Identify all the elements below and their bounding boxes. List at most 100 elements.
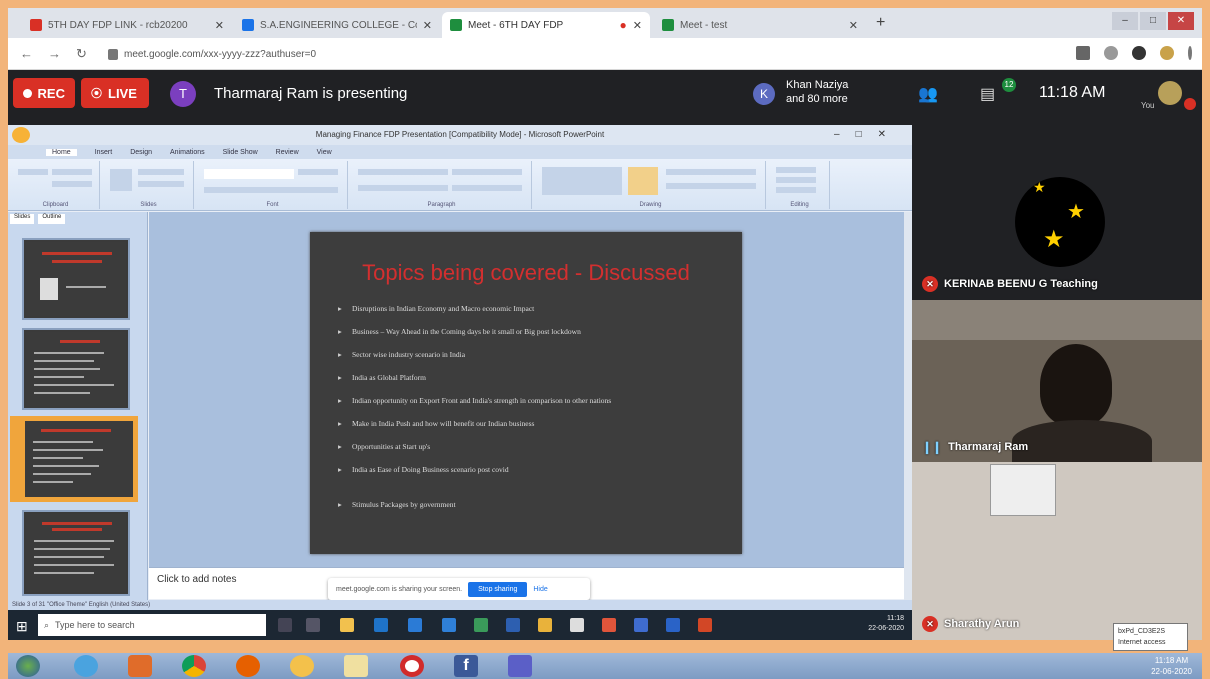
app-icon[interactable] bbox=[666, 618, 680, 632]
vertical-scrollbar[interactable] bbox=[904, 212, 912, 600]
ribbon-tab-home[interactable]: Home bbox=[46, 148, 77, 156]
app-icon[interactable] bbox=[634, 618, 648, 632]
meeting-clock: 11:18 AM bbox=[1039, 84, 1106, 101]
menu-icon[interactable] bbox=[1188, 46, 1192, 60]
browser-tab-2[interactable]: S.A.ENGINEERING COLLEGE - Co ✕ bbox=[234, 12, 440, 38]
video-object bbox=[990, 464, 1056, 516]
powerpoint-icon[interactable] bbox=[698, 618, 712, 632]
cortana-icon[interactable] bbox=[278, 618, 292, 632]
profile-avatar[interactable] bbox=[1160, 46, 1174, 60]
participant-tile-1[interactable]: ★ ★ ★ ✕ KERINAB BEENU G Teaching bbox=[912, 125, 1202, 300]
minimize-button[interactable]: – bbox=[1112, 12, 1138, 30]
search-icon: ⌕ bbox=[44, 619, 50, 630]
start-orb-icon[interactable] bbox=[16, 655, 40, 677]
media-player-icon[interactable] bbox=[128, 655, 152, 677]
chat-icon[interactable]: ▤ bbox=[980, 84, 995, 104]
group-label: Paragraph bbox=[427, 202, 456, 208]
participant-tile-2[interactable]: ❙❙ Tharmaraj Ram bbox=[912, 300, 1202, 462]
slide-thumbnail-2[interactable] bbox=[22, 328, 130, 410]
ribbon-tab-insert[interactable]: Insert bbox=[95, 149, 113, 156]
ribbon-group-editing[interactable]: Editing bbox=[770, 161, 830, 209]
participants-line1: Khan Naziya bbox=[786, 79, 849, 91]
edge-icon[interactable] bbox=[374, 618, 388, 632]
teams-icon[interactable] bbox=[508, 655, 532, 677]
ribbon-tab-view[interactable]: View bbox=[317, 149, 332, 156]
slide-thumbnail-1[interactable] bbox=[22, 238, 130, 320]
profile-picture: ★ ★ ★ bbox=[1015, 177, 1105, 267]
participant-name: ❙❙ Tharmaraj Ram bbox=[922, 440, 1028, 454]
taskbar-search-input[interactable]: ⌕ Type here to search bbox=[38, 614, 266, 636]
ribbon-group-font[interactable]: Font bbox=[198, 161, 348, 209]
ribbon-group-clipboard[interactable]: Clipboard bbox=[12, 161, 100, 209]
video-background bbox=[912, 300, 1202, 340]
folder-icon[interactable] bbox=[344, 655, 368, 677]
slide-thumbnail-4[interactable] bbox=[22, 510, 130, 596]
back-icon[interactable]: ← bbox=[20, 46, 33, 61]
ribbon-group-paragraph[interactable]: Paragraph bbox=[352, 161, 532, 209]
close-tab-icon[interactable]: ✕ bbox=[215, 19, 224, 32]
hide-button[interactable]: Hide bbox=[533, 586, 547, 593]
participants-summary[interactable]: Khan Naziya and 80 more bbox=[786, 78, 848, 106]
slide-thumbnail-3-selected[interactable] bbox=[10, 416, 138, 502]
stop-sharing-button[interactable]: Stop sharing bbox=[468, 581, 528, 597]
w7-clock[interactable]: 11:18 AM 22-06-2020 bbox=[1151, 655, 1192, 677]
reload-icon[interactable]: ↻ bbox=[76, 46, 87, 62]
windows-start-icon[interactable]: ⊞ bbox=[16, 618, 28, 635]
slide-editing-area: Topics being covered - Discussed Disrupt… bbox=[149, 212, 904, 567]
chrome-icon[interactable] bbox=[182, 655, 206, 677]
browser-tab-4[interactable]: Meet - test ✕ bbox=[654, 12, 866, 38]
close-tab-icon[interactable]: ✕ bbox=[633, 19, 642, 32]
excel-icon[interactable] bbox=[474, 618, 488, 632]
panel-tab-slides[interactable]: Slides bbox=[10, 214, 35, 224]
slide-bullet: Indian opportunity on Export Front and I… bbox=[338, 396, 728, 419]
word-icon[interactable] bbox=[506, 618, 520, 632]
panel-tab-outline[interactable]: Outline bbox=[38, 214, 66, 224]
live-button[interactable]: ⦿ LIVE bbox=[81, 78, 149, 108]
star-icon: ★ bbox=[1067, 201, 1085, 223]
participant-tile-3[interactable]: ✕ Sharathy Arun bbox=[912, 462, 1202, 640]
ribbon-tab-design[interactable]: Design bbox=[130, 149, 152, 156]
office-button-icon[interactable] bbox=[12, 127, 30, 143]
url-field[interactable]: meet.google.com/xxx-yyyy-zzz?authuser=0 bbox=[108, 44, 1028, 64]
ribbon-group-slides[interactable]: Slides bbox=[104, 161, 194, 209]
file-explorer-icon[interactable] bbox=[340, 618, 354, 632]
maximize-button[interactable]: □ bbox=[1140, 12, 1166, 30]
star-icon[interactable] bbox=[1104, 46, 1118, 60]
firefox-icon[interactable] bbox=[602, 618, 616, 632]
close-tab-icon[interactable]: ✕ bbox=[423, 19, 432, 32]
close-tab-icon[interactable]: ✕ bbox=[849, 19, 858, 32]
firefox-icon[interactable] bbox=[236, 655, 260, 677]
extension-icon[interactable] bbox=[1132, 46, 1146, 60]
ribbon-tab-animations[interactable]: Animations bbox=[170, 149, 205, 156]
network-tooltip: bxPd_CD3E2S Internet access bbox=[1113, 623, 1188, 651]
current-slide[interactable]: Topics being covered - Discussed Disrupt… bbox=[310, 232, 742, 554]
forward-icon[interactable]: → bbox=[48, 46, 61, 61]
rec-button[interactable]: REC bbox=[13, 78, 75, 108]
browser-tab-1[interactable]: 5TH DAY FDP LINK - rcb20200 ✕ bbox=[22, 12, 232, 38]
ribbon-group-drawing[interactable]: Drawing bbox=[536, 161, 766, 209]
tray-time: 11:18 bbox=[887, 615, 904, 622]
chrome-icon[interactable] bbox=[538, 618, 552, 632]
ribbon-tab-slideshow[interactable]: Slide Show bbox=[223, 149, 258, 156]
task-view-icon[interactable] bbox=[306, 618, 320, 632]
ribbon-tab-review[interactable]: Review bbox=[276, 149, 299, 156]
people-icon[interactable]: 👥 bbox=[918, 84, 938, 104]
meet-icon bbox=[450, 19, 462, 31]
participant-name-text: Sharathy Arun bbox=[944, 618, 1020, 630]
internet-explorer-icon[interactable] bbox=[74, 655, 98, 677]
facebook-icon[interactable]: f bbox=[454, 655, 478, 677]
window-controls: – □ ✕ bbox=[1110, 12, 1194, 30]
new-tab-button[interactable]: + bbox=[876, 14, 885, 32]
calculator-icon[interactable] bbox=[570, 618, 584, 632]
close-window-button[interactable]: ✕ bbox=[1168, 12, 1194, 30]
opera-icon[interactable] bbox=[400, 655, 424, 677]
app-icon[interactable] bbox=[290, 655, 314, 677]
browser-tab-3[interactable]: Meet - 6TH DAY FDP ● ✕ bbox=[442, 12, 650, 38]
tab-title: Meet - test bbox=[680, 19, 728, 31]
mail-icon[interactable] bbox=[442, 618, 456, 632]
self-avatar[interactable] bbox=[1158, 81, 1182, 105]
system-tray[interactable]: 11:18 22-06-2020 bbox=[868, 614, 904, 634]
store-icon[interactable] bbox=[408, 618, 422, 632]
camera-icon[interactable] bbox=[1076, 46, 1090, 60]
ppt-window-controls[interactable]: –□✕ bbox=[834, 125, 902, 145]
